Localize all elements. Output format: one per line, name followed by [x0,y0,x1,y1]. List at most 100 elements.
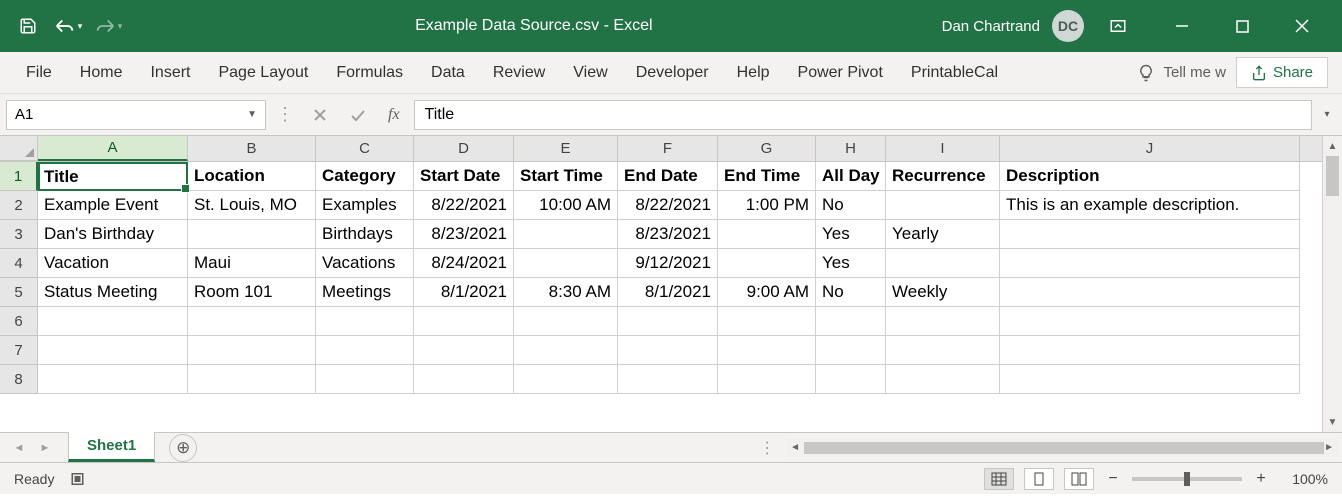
zoom-thumb[interactable] [1184,472,1190,486]
cell-J4[interactable] [1000,249,1300,278]
cell-I5[interactable]: Weekly [886,278,1000,307]
cell-I3[interactable]: Yearly [886,220,1000,249]
tab-nav-prev-button[interactable]: ◄ [10,439,28,457]
scroll-down-button[interactable]: ▼ [1323,412,1342,432]
select-all-button[interactable] [0,136,38,161]
column-header-D[interactable]: D [414,136,514,161]
scroll-left-button[interactable]: ◄ [786,442,804,453]
scroll-thumb[interactable] [804,442,1324,454]
cell-E7[interactable] [514,336,618,365]
ribbon-tab-file[interactable]: File [14,56,64,90]
cell-G5[interactable]: 9:00 AM [718,278,816,307]
cell-J5[interactable] [1000,278,1300,307]
cell-I2[interactable] [886,191,1000,220]
cell-A8[interactable] [38,365,188,394]
column-header-B[interactable]: B [188,136,316,161]
sheet-tab-active[interactable]: Sheet1 [68,431,155,462]
expand-formula-bar-button[interactable]: ▾ [1318,109,1336,120]
cell-C7[interactable] [316,336,414,365]
cell-I6[interactable] [886,307,1000,336]
name-box[interactable]: ▼ [6,100,266,130]
cell-C3[interactable]: Birthdays [316,220,414,249]
zoom-track[interactable] [1132,477,1242,481]
cell-G4[interactable] [718,249,816,278]
horizontal-scrollbar[interactable]: ◄ ► [786,439,1338,457]
cell-H5[interactable]: No [816,278,886,307]
cell-D2[interactable]: 8/22/2021 [414,191,514,220]
cell-G8[interactable] [718,365,816,394]
cell-H7[interactable] [816,336,886,365]
cell-D7[interactable] [414,336,514,365]
ribbon-tab-printablecal[interactable]: PrintableCal [899,56,1010,90]
cell-C1[interactable]: Category [316,162,414,191]
ribbon-tab-data[interactable]: Data [419,56,477,90]
scroll-thumb[interactable] [1326,156,1339,196]
cell-B3[interactable] [188,220,316,249]
cell-D4[interactable]: 8/24/2021 [414,249,514,278]
cell-F1[interactable]: End Date [618,162,718,191]
cell-J7[interactable] [1000,336,1300,365]
cell-I8[interactable] [886,365,1000,394]
chevron-down-icon[interactable]: ▼ [247,109,257,120]
ribbon-tab-formulas[interactable]: Formulas [324,56,415,90]
ribbon-tab-home[interactable]: Home [68,56,135,90]
cell-G2[interactable]: 1:00 PM [718,191,816,220]
cell-B2[interactable]: St. Louis, MO [188,191,316,220]
ribbon-tab-page-layout[interactable]: Page Layout [206,56,320,90]
undo-button[interactable]: ▾ [50,8,86,44]
cell-G7[interactable] [718,336,816,365]
new-sheet-button[interactable]: ⊕ [169,434,197,462]
vertical-scrollbar[interactable]: ▲ ▼ [1322,136,1342,432]
cell-A4[interactable]: Vacation [38,249,188,278]
cell-F5[interactable]: 8/1/2021 [618,278,718,307]
cell-F6[interactable] [618,307,718,336]
row-header-7[interactable]: 7 [0,336,38,365]
cell-B5[interactable]: Room 101 [188,278,316,307]
cell-A1[interactable]: Title [38,162,188,191]
cell-H8[interactable] [816,365,886,394]
cell-I1[interactable]: Recurrence [886,162,1000,191]
row-header-8[interactable]: 8 [0,365,38,394]
cell-E1[interactable]: Start Time [514,162,618,191]
cell-E3[interactable] [514,220,618,249]
normal-view-button[interactable] [984,468,1014,490]
save-button[interactable] [10,8,46,44]
cell-E6[interactable] [514,307,618,336]
row-header-4[interactable]: 4 [0,249,38,278]
cell-D6[interactable] [414,307,514,336]
macro-record-icon[interactable] [70,470,88,488]
column-header-F[interactable]: F [618,136,718,161]
cell-B6[interactable] [188,307,316,336]
cell-A2[interactable]: Example Event [38,191,188,220]
cell-J2[interactable]: This is an example description. [1000,191,1300,220]
cell-E4[interactable] [514,249,618,278]
row-header-6[interactable]: 6 [0,307,38,336]
fx-icon[interactable]: fx [380,106,408,124]
cell-H3[interactable]: Yes [816,220,886,249]
column-header-J[interactable]: J [1000,136,1300,161]
column-header-I[interactable]: I [886,136,1000,161]
cell-B1[interactable]: Location [188,162,316,191]
ribbon-tab-insert[interactable]: Insert [138,56,202,90]
avatar[interactable]: DC [1052,10,1084,42]
cell-A7[interactable] [38,336,188,365]
splitter-handle-icon[interactable]: ⋮ [749,438,786,458]
cell-C8[interactable] [316,365,414,394]
cell-F8[interactable] [618,365,718,394]
share-button[interactable]: Share [1236,57,1328,88]
cell-F3[interactable]: 8/23/2021 [618,220,718,249]
cell-E2[interactable]: 10:00 AM [514,191,618,220]
cell-J6[interactable] [1000,307,1300,336]
ribbon-tab-review[interactable]: Review [481,56,557,90]
column-header-E[interactable]: E [514,136,618,161]
scroll-track[interactable] [804,439,1320,457]
cell-B8[interactable] [188,365,316,394]
cell-C6[interactable] [316,307,414,336]
cell-I7[interactable] [886,336,1000,365]
cell-C5[interactable]: Meetings [316,278,414,307]
cell-F4[interactable]: 9/12/2021 [618,249,718,278]
cell-D5[interactable]: 8/1/2021 [414,278,514,307]
row-header-5[interactable]: 5 [0,278,38,307]
cell-G3[interactable] [718,220,816,249]
minimize-button[interactable] [1152,6,1212,46]
